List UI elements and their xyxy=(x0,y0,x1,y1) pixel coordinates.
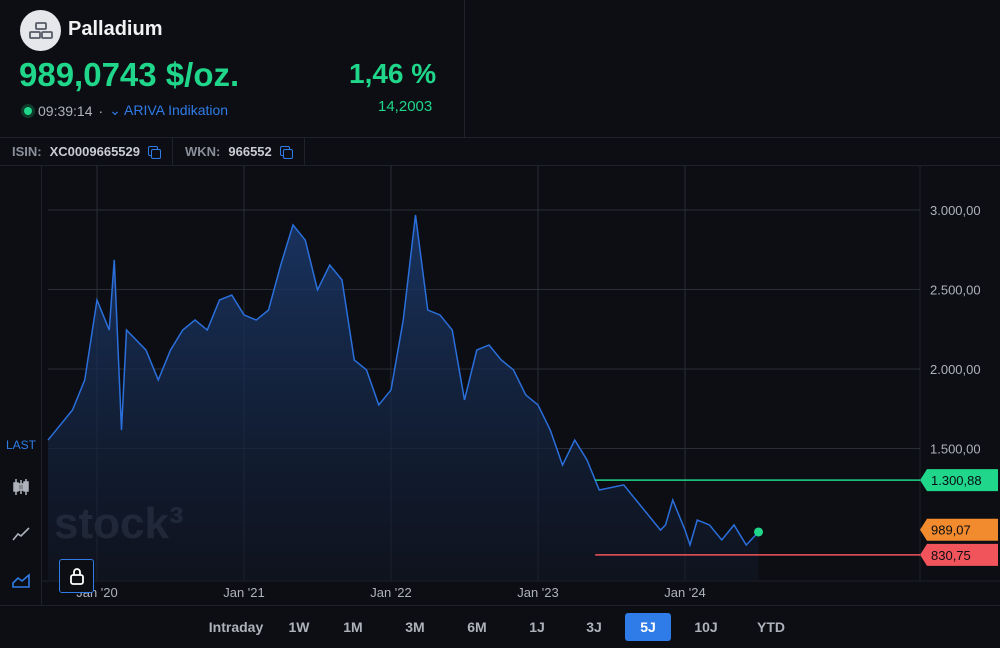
y-tick-label: 1.500,00 xyxy=(930,442,981,457)
range-button-6m[interactable]: 6M xyxy=(449,613,505,641)
x-tick-label: Jan '23 xyxy=(517,585,559,600)
time-range-bar: Intraday 1W 1M 3M 6M 1J 3J 5J 10J YTD xyxy=(0,605,1000,648)
y-tick-label: 3.000,00 xyxy=(930,203,981,218)
live-dot-icon xyxy=(24,106,32,115)
header-right-panel xyxy=(465,0,1000,137)
range-button-1w[interactable]: 1W xyxy=(279,613,319,641)
low-price-label: 830,75 xyxy=(931,548,971,563)
copy-wkn-icon[interactable] xyxy=(279,145,293,159)
range-button-10j[interactable]: 10J xyxy=(677,613,735,641)
x-tick-label: Jan '24 xyxy=(664,585,706,600)
quote-time: 09:39:14 xyxy=(38,102,93,119)
range-button-5j[interactable]: 5J xyxy=(625,613,671,641)
range-button-1j[interactable]: 1J xyxy=(511,613,563,641)
chevron-down-icon: ⌄ xyxy=(109,102,121,118)
range-button-ytd[interactable]: YTD xyxy=(741,613,801,641)
candlestick-icon[interactable] xyxy=(0,478,42,501)
lock-icon xyxy=(69,568,84,585)
isin-label: ISIN: xyxy=(12,144,42,159)
last-price-label: 989,07 xyxy=(931,523,971,538)
high-price-label: 1.300,88 xyxy=(931,473,982,488)
chart-toolbar: LAST xyxy=(0,166,42,605)
last-label[interactable]: LAST xyxy=(0,438,42,452)
change-absolute: 14,2003 xyxy=(378,98,433,115)
price-chart[interactable]: 1.500,002.000,002.500,003.000,00Jan '20 J… xyxy=(0,166,1000,605)
source-label: ARIVA Indikation xyxy=(124,102,229,118)
area-chart-icon[interactable] xyxy=(0,572,42,593)
separator: · xyxy=(98,102,104,119)
x-tick-label: Jan '21 xyxy=(223,585,265,600)
copy-isin-icon[interactable] xyxy=(147,145,161,159)
price-area xyxy=(48,214,759,581)
instrument-header: Palladium 989,0743 $/oz. 1,46 % 14,2003 … xyxy=(0,0,465,137)
lock-button[interactable] xyxy=(59,559,94,593)
price: 989,0743 $/oz. xyxy=(19,56,240,93)
identifier-bar: ISIN: XC0009665529 WKN: 966552 xyxy=(0,137,1000,166)
isin-value: XC0009665529 xyxy=(49,144,140,159)
line-chart-icon[interactable] xyxy=(0,526,42,547)
change-percent: 1,46 % xyxy=(349,58,437,89)
metal-bars-icon xyxy=(20,10,61,51)
y-tick-label: 2.000,00 xyxy=(930,362,981,377)
instrument-name: Palladium xyxy=(68,18,163,40)
range-button-3j[interactable]: 3J xyxy=(569,613,619,641)
y-tick-label: 2.500,00 xyxy=(930,283,981,298)
x-tick-label: Jan '22 xyxy=(370,585,412,600)
last-point-dot xyxy=(754,527,763,537)
range-button-1m[interactable]: 1M xyxy=(325,613,381,641)
source-dropdown[interactable]: ⌄ ARIVA Indikation xyxy=(109,102,228,119)
range-button-3m[interactable]: 3M xyxy=(387,613,443,641)
wkn-label: WKN: xyxy=(184,144,221,159)
range-button-intraday[interactable]: Intraday xyxy=(199,613,273,641)
wkn-value: 966552 xyxy=(228,144,272,159)
